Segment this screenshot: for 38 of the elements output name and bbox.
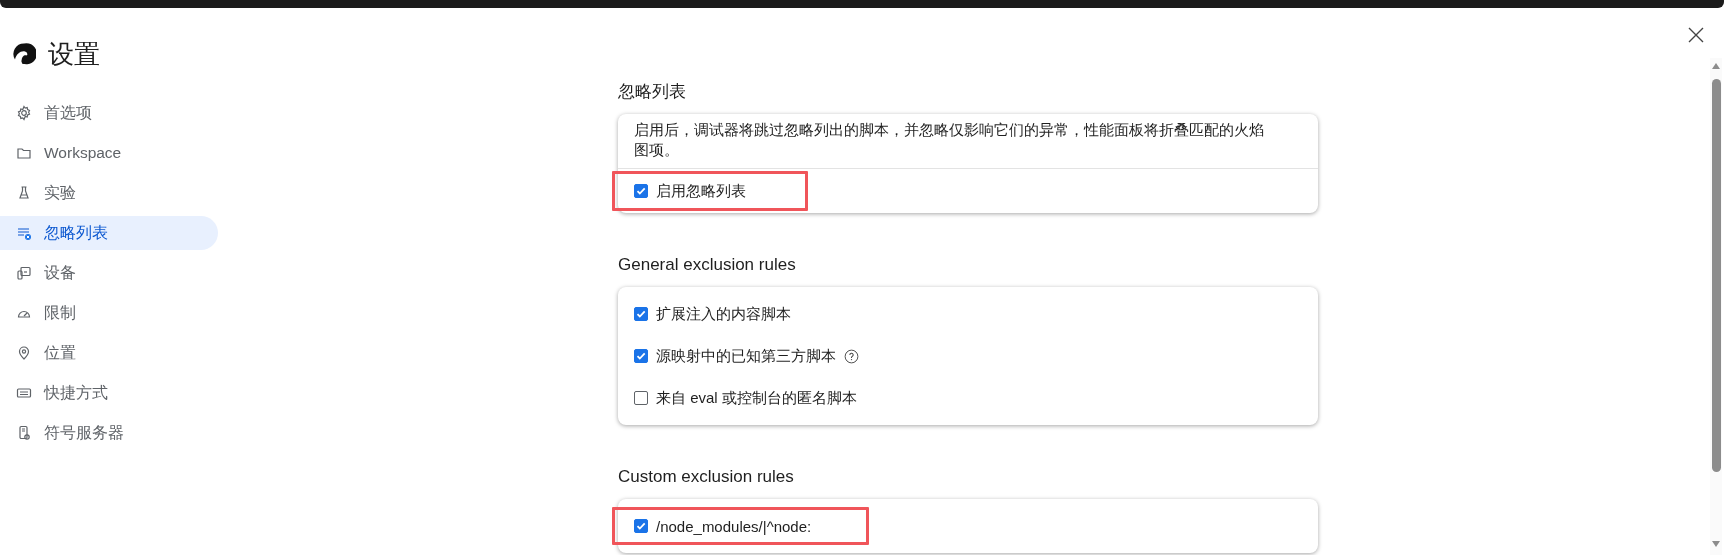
folder-icon <box>16 145 32 161</box>
keyboard-icon <box>16 385 32 401</box>
logo-icon <box>12 42 36 66</box>
checkbox-label: 源映射中的已知第三方脚本 <box>656 346 836 366</box>
scroll-down-icon[interactable] <box>1712 541 1720 547</box>
description-text: 启用后，调试器将跳过忽略列出的脚本，并忽略仅影响它们的异常，性能面板将折叠匹配的火焰图项。 <box>618 114 1318 169</box>
checkbox[interactable] <box>634 519 648 533</box>
devices-icon <box>16 265 32 281</box>
section-heading: Custom exclusion rules <box>618 466 795 488</box>
sidebar-item[interactable]: 限制 <box>0 296 218 330</box>
help-icon[interactable] <box>844 348 859 364</box>
location-pin-icon <box>16 345 32 361</box>
sidebar-item[interactable]: Workspace <box>0 136 218 170</box>
scroll-up-icon[interactable] <box>1712 63 1720 69</box>
checkbox[interactable] <box>634 349 648 363</box>
section-heading: 忽略列表 <box>618 81 687 103</box>
sidebar-item[interactable]: 首选项 <box>0 96 218 130</box>
sidebar-item[interactable]: 快捷方式 <box>0 376 218 410</box>
checkbox-label: 启用忽略列表 <box>656 181 746 201</box>
settings-icon <box>16 105 32 121</box>
checkbox[interactable] <box>634 307 648 321</box>
checkbox-label: 来自 eval 或控制台的匿名脚本 <box>656 388 857 408</box>
checkbox-label: /node_modules/|^node: <box>656 517 812 535</box>
checkbox-label: 扩展注入的内容脚本 <box>656 304 791 324</box>
sidebar-item[interactable]: 忽略列表 <box>0 216 218 250</box>
sidebar-item[interactable]: 位置 <box>0 336 218 370</box>
sidebar-item[interactable]: 实验 <box>0 176 218 210</box>
list-icon <box>16 225 32 241</box>
scrollbar[interactable] <box>1710 58 1722 555</box>
phone-icon <box>16 425 32 441</box>
sidebar-item[interactable]: 符号服务器 <box>0 416 218 450</box>
checkbox[interactable] <box>634 391 648 405</box>
close-icon[interactable] <box>1686 25 1706 45</box>
flask-icon <box>16 185 32 201</box>
sidebar-item[interactable]: 设备 <box>0 256 218 290</box>
checkbox[interactable] <box>634 184 648 198</box>
section-heading: General exclusion rules <box>618 254 797 276</box>
window-title: 设置 <box>48 37 100 71</box>
